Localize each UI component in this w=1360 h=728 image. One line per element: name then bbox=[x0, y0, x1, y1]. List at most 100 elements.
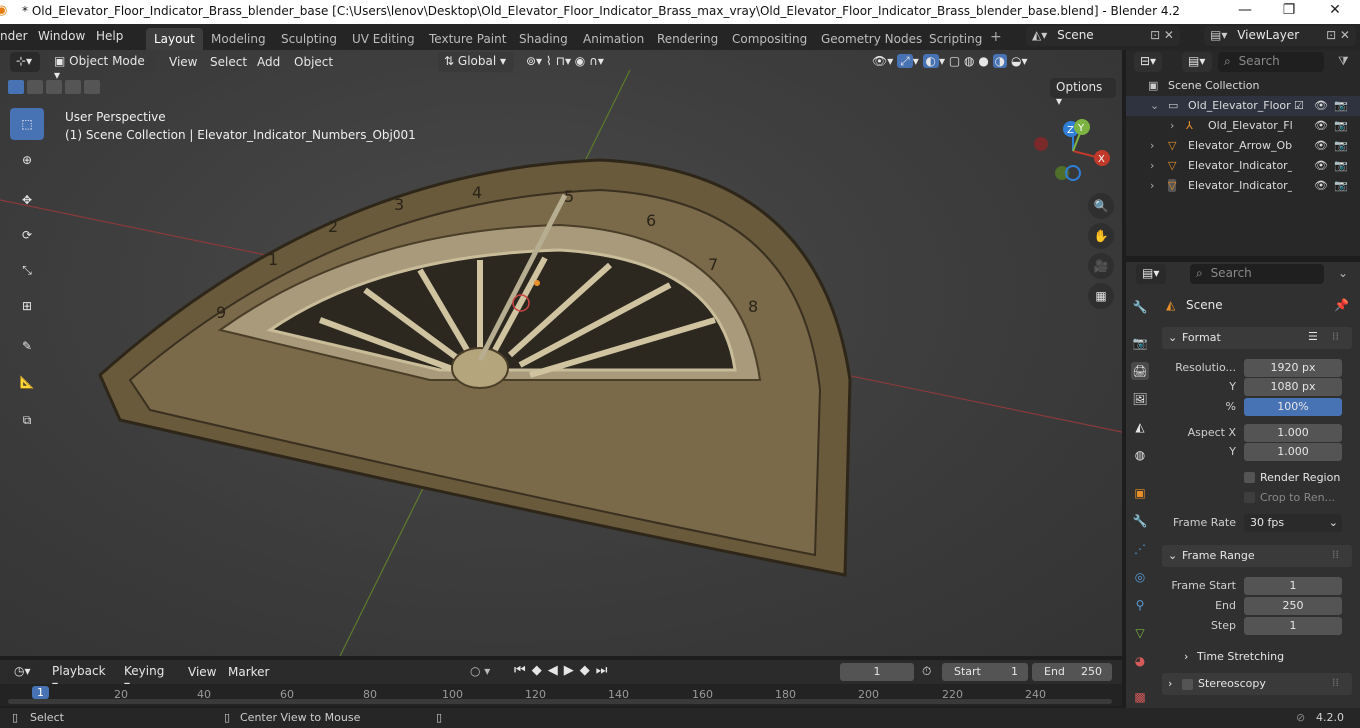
chevron-right-icon[interactable]: › bbox=[1150, 139, 1154, 152]
view-layer-actions-icon[interactable]: ⊡ ✕ bbox=[1326, 28, 1350, 42]
aspect-x-field[interactable]: 1.000 bbox=[1244, 424, 1342, 442]
menu-render[interactable]: nder bbox=[0, 29, 28, 43]
visibility-icon[interactable]: 👁▾ bbox=[872, 54, 893, 68]
checkbox-icon[interactable]: ☑ bbox=[1294, 99, 1304, 112]
playback-controls[interactable]: ⏮◆◀▶◆⏭ bbox=[514, 663, 613, 678]
view-layer-selector[interactable]: ▤▾ ViewLayer ⊡ ✕ bbox=[1204, 26, 1356, 46]
format-panel-header[interactable]: ⌄ Format ☰ ⁞⁞ bbox=[1162, 327, 1352, 349]
outliner-search[interactable]: ⌕ Search bbox=[1218, 52, 1324, 72]
menu-add[interactable]: Add bbox=[257, 55, 280, 69]
add-cube-tool[interactable]: ⧉ bbox=[10, 404, 44, 436]
scale-tool[interactable]: ⤡ bbox=[10, 254, 44, 286]
playhead[interactable]: 1 bbox=[32, 686, 49, 699]
annotate-tool[interactable]: ✎ bbox=[10, 330, 44, 362]
snap-pivot-group[interactable]: ⊚▾ ⌇ ⊓▾ ◉ ∩▾ bbox=[520, 52, 662, 72]
data-tab-icon[interactable]: ▽ bbox=[1131, 624, 1149, 642]
current-frame-field[interactable]: 1 bbox=[840, 663, 914, 681]
record-icon[interactable]: ○ ▾ bbox=[470, 664, 490, 678]
stereoscopy-panel-header[interactable]: › Stereoscopy ⁞⁞ bbox=[1162, 673, 1352, 695]
proportional-edit-icon[interactable]: ◉ ∩▾ bbox=[575, 54, 604, 68]
menu-select[interactable]: Select bbox=[210, 55, 247, 69]
select-new-icon[interactable] bbox=[8, 80, 24, 94]
world-tab-icon[interactable]: ◍ bbox=[1131, 446, 1149, 464]
selection-mode-buttons[interactable] bbox=[8, 80, 104, 96]
snap-icon[interactable]: ⌇ ⊓▾ bbox=[546, 54, 571, 68]
tab-compositing[interactable]: Compositing bbox=[724, 28, 815, 50]
minimize-button[interactable]: — bbox=[1222, 2, 1268, 18]
drag-handle-icon[interactable]: ⁞⁞ bbox=[1332, 330, 1339, 343]
resolution-y-field[interactable]: 1080 px bbox=[1244, 378, 1342, 396]
overlays-icon[interactable]: ◐ bbox=[922, 54, 940, 68]
presets-icon[interactable]: ☰ bbox=[1308, 330, 1318, 343]
frame-step-field[interactable]: 1 bbox=[1244, 617, 1342, 635]
editor-type-button[interactable]: ⊹▾ bbox=[10, 52, 40, 72]
outliner-row[interactable]: ⌄ ▭ Old_Elevator_Floor ☑ 👁 📷 bbox=[1126, 96, 1360, 116]
eye-icon[interactable]: 👁 bbox=[1314, 159, 1328, 172]
frame-end-field[interactable]: 250 bbox=[1244, 597, 1342, 615]
aspect-y-field[interactable]: 1.000 bbox=[1244, 443, 1342, 461]
camera-icon[interactable]: 📷 bbox=[1334, 119, 1348, 132]
tab-animation[interactable]: Animation bbox=[575, 28, 652, 50]
close-button[interactable]: ✕ bbox=[1312, 2, 1358, 18]
chevron-right-icon[interactable]: › bbox=[1184, 650, 1188, 663]
drag-handle-icon[interactable]: ⁞⁞ bbox=[1332, 676, 1339, 689]
modifier-tab-icon[interactable]: 🔧 bbox=[1131, 512, 1149, 530]
pin-icon[interactable]: 📌 bbox=[1334, 298, 1349, 312]
camera-view-button[interactable]: 🎥 bbox=[1088, 253, 1114, 279]
camera-icon[interactable]: 📷 bbox=[1334, 159, 1348, 172]
tab-uv-editing[interactable]: UV Editing bbox=[344, 28, 423, 50]
frame-start-field[interactable]: 1 bbox=[1244, 577, 1342, 595]
resolution-percent-field[interactable]: 100% bbox=[1244, 398, 1342, 416]
3d-viewport[interactable]: 9 1 2 3 4 5 6 7 8 Z Y X User Perspective… bbox=[0, 50, 1122, 656]
gizmo-toggle-icon[interactable]: ⤢ bbox=[897, 54, 913, 68]
rendered-shading-icon[interactable]: ◒ bbox=[1011, 54, 1021, 68]
output-tab-icon[interactable]: 🖨 bbox=[1131, 362, 1149, 380]
properties-search[interactable]: ⌕ Search bbox=[1190, 264, 1324, 284]
pan-button[interactable]: ✋ bbox=[1088, 223, 1114, 249]
eye-icon[interactable]: 👁 bbox=[1314, 179, 1328, 192]
select-extend-icon[interactable] bbox=[27, 80, 43, 94]
chevron-down-icon[interactable]: ⌄ bbox=[1150, 99, 1159, 112]
outliner-row[interactable]: › ▽ Elevator_Indicator_ 👁 📷 bbox=[1126, 156, 1360, 176]
resolution-x-field[interactable]: 1920 px bbox=[1244, 359, 1342, 377]
select-box-tool[interactable]: ⬚ bbox=[10, 108, 44, 140]
marker-menu[interactable]: Marker bbox=[228, 665, 269, 679]
rotate-tool[interactable]: ⟳ bbox=[10, 219, 44, 251]
outliner-editor-type[interactable]: ⊟▾ bbox=[1134, 52, 1162, 72]
properties-editor-type[interactable]: ▤▾ bbox=[1136, 264, 1166, 284]
display-mode-button[interactable]: ▤▾ bbox=[1182, 52, 1212, 72]
crop-checkbox[interactable] bbox=[1244, 492, 1255, 503]
physics-tab-icon[interactable]: ◎ bbox=[1131, 568, 1149, 586]
solid-shading-icon[interactable]: ● bbox=[978, 54, 988, 68]
menu-window[interactable]: Window bbox=[38, 29, 85, 43]
camera-icon[interactable]: 📷 bbox=[1334, 99, 1348, 112]
eye-icon[interactable]: 👁 bbox=[1314, 99, 1328, 112]
xray-icon[interactable]: ▢ bbox=[949, 54, 960, 68]
view-layer-tab-icon[interactable]: 🖼 bbox=[1131, 390, 1149, 408]
cursor-tool[interactable]: ⊕ bbox=[10, 144, 44, 176]
frame-rate-select[interactable]: 30 fps ⌄ bbox=[1244, 514, 1342, 532]
menu-view[interactable]: View bbox=[169, 55, 197, 69]
tool-tab-icon[interactable]: 🔧 bbox=[1131, 298, 1149, 316]
select-subtract-icon[interactable] bbox=[46, 80, 62, 94]
render-tab-icon[interactable]: 📷 bbox=[1131, 334, 1149, 352]
texture-tab-icon[interactable]: ▩ bbox=[1131, 688, 1149, 706]
object-tab-icon[interactable]: ▣ bbox=[1131, 484, 1149, 502]
move-tool[interactable]: ✥ bbox=[10, 184, 44, 216]
keying-menu[interactable]: Keying ▾ bbox=[118, 662, 178, 692]
maximize-button[interactable]: ❐ bbox=[1266, 2, 1312, 18]
particles-tab-icon[interactable]: ⋰ bbox=[1131, 540, 1149, 558]
frame-range-panel-header[interactable]: ⌄ Frame Range ⁞⁞ bbox=[1162, 545, 1352, 567]
tab-rendering[interactable]: Rendering bbox=[649, 28, 726, 50]
stereoscopy-checkbox[interactable] bbox=[1182, 679, 1193, 690]
options-button[interactable]: Options ▾ bbox=[1050, 78, 1116, 108]
tab-layout[interactable]: Layout bbox=[146, 28, 203, 50]
timeline-ruler[interactable]: 1 20 40 60 80 100 120 140 160 180 200 22… bbox=[0, 684, 1122, 706]
start-frame-field[interactable]: Start 1 bbox=[942, 663, 1028, 681]
outliner-row[interactable]: › ▽ Elevator_Arrow_Ob 👁 📷 bbox=[1126, 136, 1360, 156]
outliner-scene-collection[interactable]: ▣ Scene Collection bbox=[1126, 76, 1360, 96]
orientation-selector[interactable]: ⇅ Global ▾ bbox=[438, 52, 514, 72]
zoom-button[interactable]: 🔍 bbox=[1088, 193, 1114, 219]
tab-modeling[interactable]: Modeling bbox=[203, 28, 274, 50]
select-invert-icon[interactable] bbox=[65, 80, 81, 94]
